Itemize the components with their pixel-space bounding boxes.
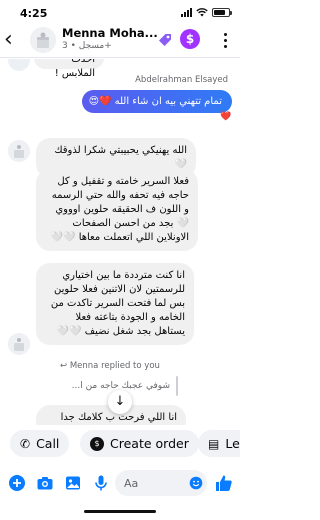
avatar-image (8, 140, 30, 162)
avatar-image (30, 27, 56, 53)
message-composer (0, 466, 240, 500)
incoming-message[interactable]: انا كنت مترددة ما بين اختياري للرسمتين ل… (36, 263, 194, 345)
scroll-to-bottom-arrow-icon[interactable]: ↓ (108, 390, 132, 414)
signal-icon (181, 8, 192, 17)
heart-reaction-icon[interactable]: ❤️ (220, 112, 231, 122)
reply-note-text: Menna replied to you (69, 361, 160, 371)
reply-quote-bar (176, 376, 178, 396)
document-icon: ▤ (208, 436, 220, 451)
status-bar: 4:25 (0, 0, 240, 24)
contact-name[interactable]: Menna Moha... (62, 26, 158, 40)
sender-avatar (8, 59, 30, 71)
wifi-icon (196, 8, 208, 17)
message-thread[interactable]: أخذت الملابس ! Abdelrahman Elsayed تمام … (0, 59, 240, 425)
quoted-message[interactable]: شوفي عجبك حاجه من ا... (60, 381, 170, 391)
lead-chip[interactable]: ▤ Lea (198, 430, 240, 457)
contact-avatar[interactable] (30, 27, 56, 53)
like-thumbs-up-icon[interactable] (214, 473, 234, 493)
outgoing-message[interactable]: تمام تتهني بيه ان شاء الله ❤️😍 (82, 90, 232, 113)
reply-context-label: ↩ Menna replied to you (60, 361, 160, 371)
sender-name-label: Abdelrahman Elsayed (135, 75, 228, 85)
message-text: انا كنت مترددة ما بين اختياري للرسمتين ل… (50, 270, 185, 337)
sender-avatar (8, 333, 30, 355)
status-icons (181, 8, 232, 17)
quick-actions-bar: ✆ Call $ Create order ▤ Lea (0, 428, 240, 458)
home-indicator (84, 510, 156, 513)
message-text: فعلا السرير خامته و تقفيل و كل حاجه فيه … (50, 176, 189, 243)
create-order-chip[interactable]: $ Create order (80, 430, 199, 457)
chip-label: Lea (225, 436, 240, 451)
microphone-icon[interactable] (92, 474, 110, 492)
more-options-icon[interactable] (218, 29, 232, 51)
payment-dollar-button[interactable]: $ (180, 29, 200, 49)
emoji-icon[interactable] (189, 476, 203, 490)
back-chevron-icon[interactable]: ‹ (4, 28, 24, 54)
contact-subtitle: مسجل • 3+ (62, 41, 112, 51)
camera-icon[interactable] (36, 474, 54, 492)
incoming-message[interactable]: فعلا السرير خامته و تقفيل و كل حاجه فيه … (36, 169, 198, 251)
message-text: الله يهنيكي يحبيبتي شكرا لذوقك 🤍 (54, 145, 187, 170)
incoming-message-partial[interactable]: أخذت الملابس ! (34, 59, 104, 79)
chip-label: Call (36, 436, 60, 451)
reply-arrow-icon: ↩ (60, 361, 70, 371)
avatar-image (8, 333, 30, 355)
battery-icon (212, 8, 232, 17)
label-tag-icon[interactable] (157, 32, 173, 48)
gallery-icon[interactable] (64, 474, 82, 492)
status-time: 4:25 (20, 7, 48, 20)
contact-status-text: مسجل • 3+ (62, 41, 112, 51)
sender-avatar (8, 140, 30, 162)
call-chip[interactable]: ✆ Call (10, 430, 70, 457)
message-text: أخذت الملابس ! (54, 59, 95, 79)
phone-icon: ✆ (20, 436, 31, 451)
chip-label: Create order (110, 436, 189, 451)
message-text: تمام تتهني بيه ان شاء الله ❤️😍 (88, 96, 222, 107)
conversation-header: ‹ Menna Moha... مسجل • 3+ $ (0, 24, 240, 58)
plus-icon[interactable] (8, 474, 26, 492)
dollar-icon: $ (90, 436, 104, 451)
